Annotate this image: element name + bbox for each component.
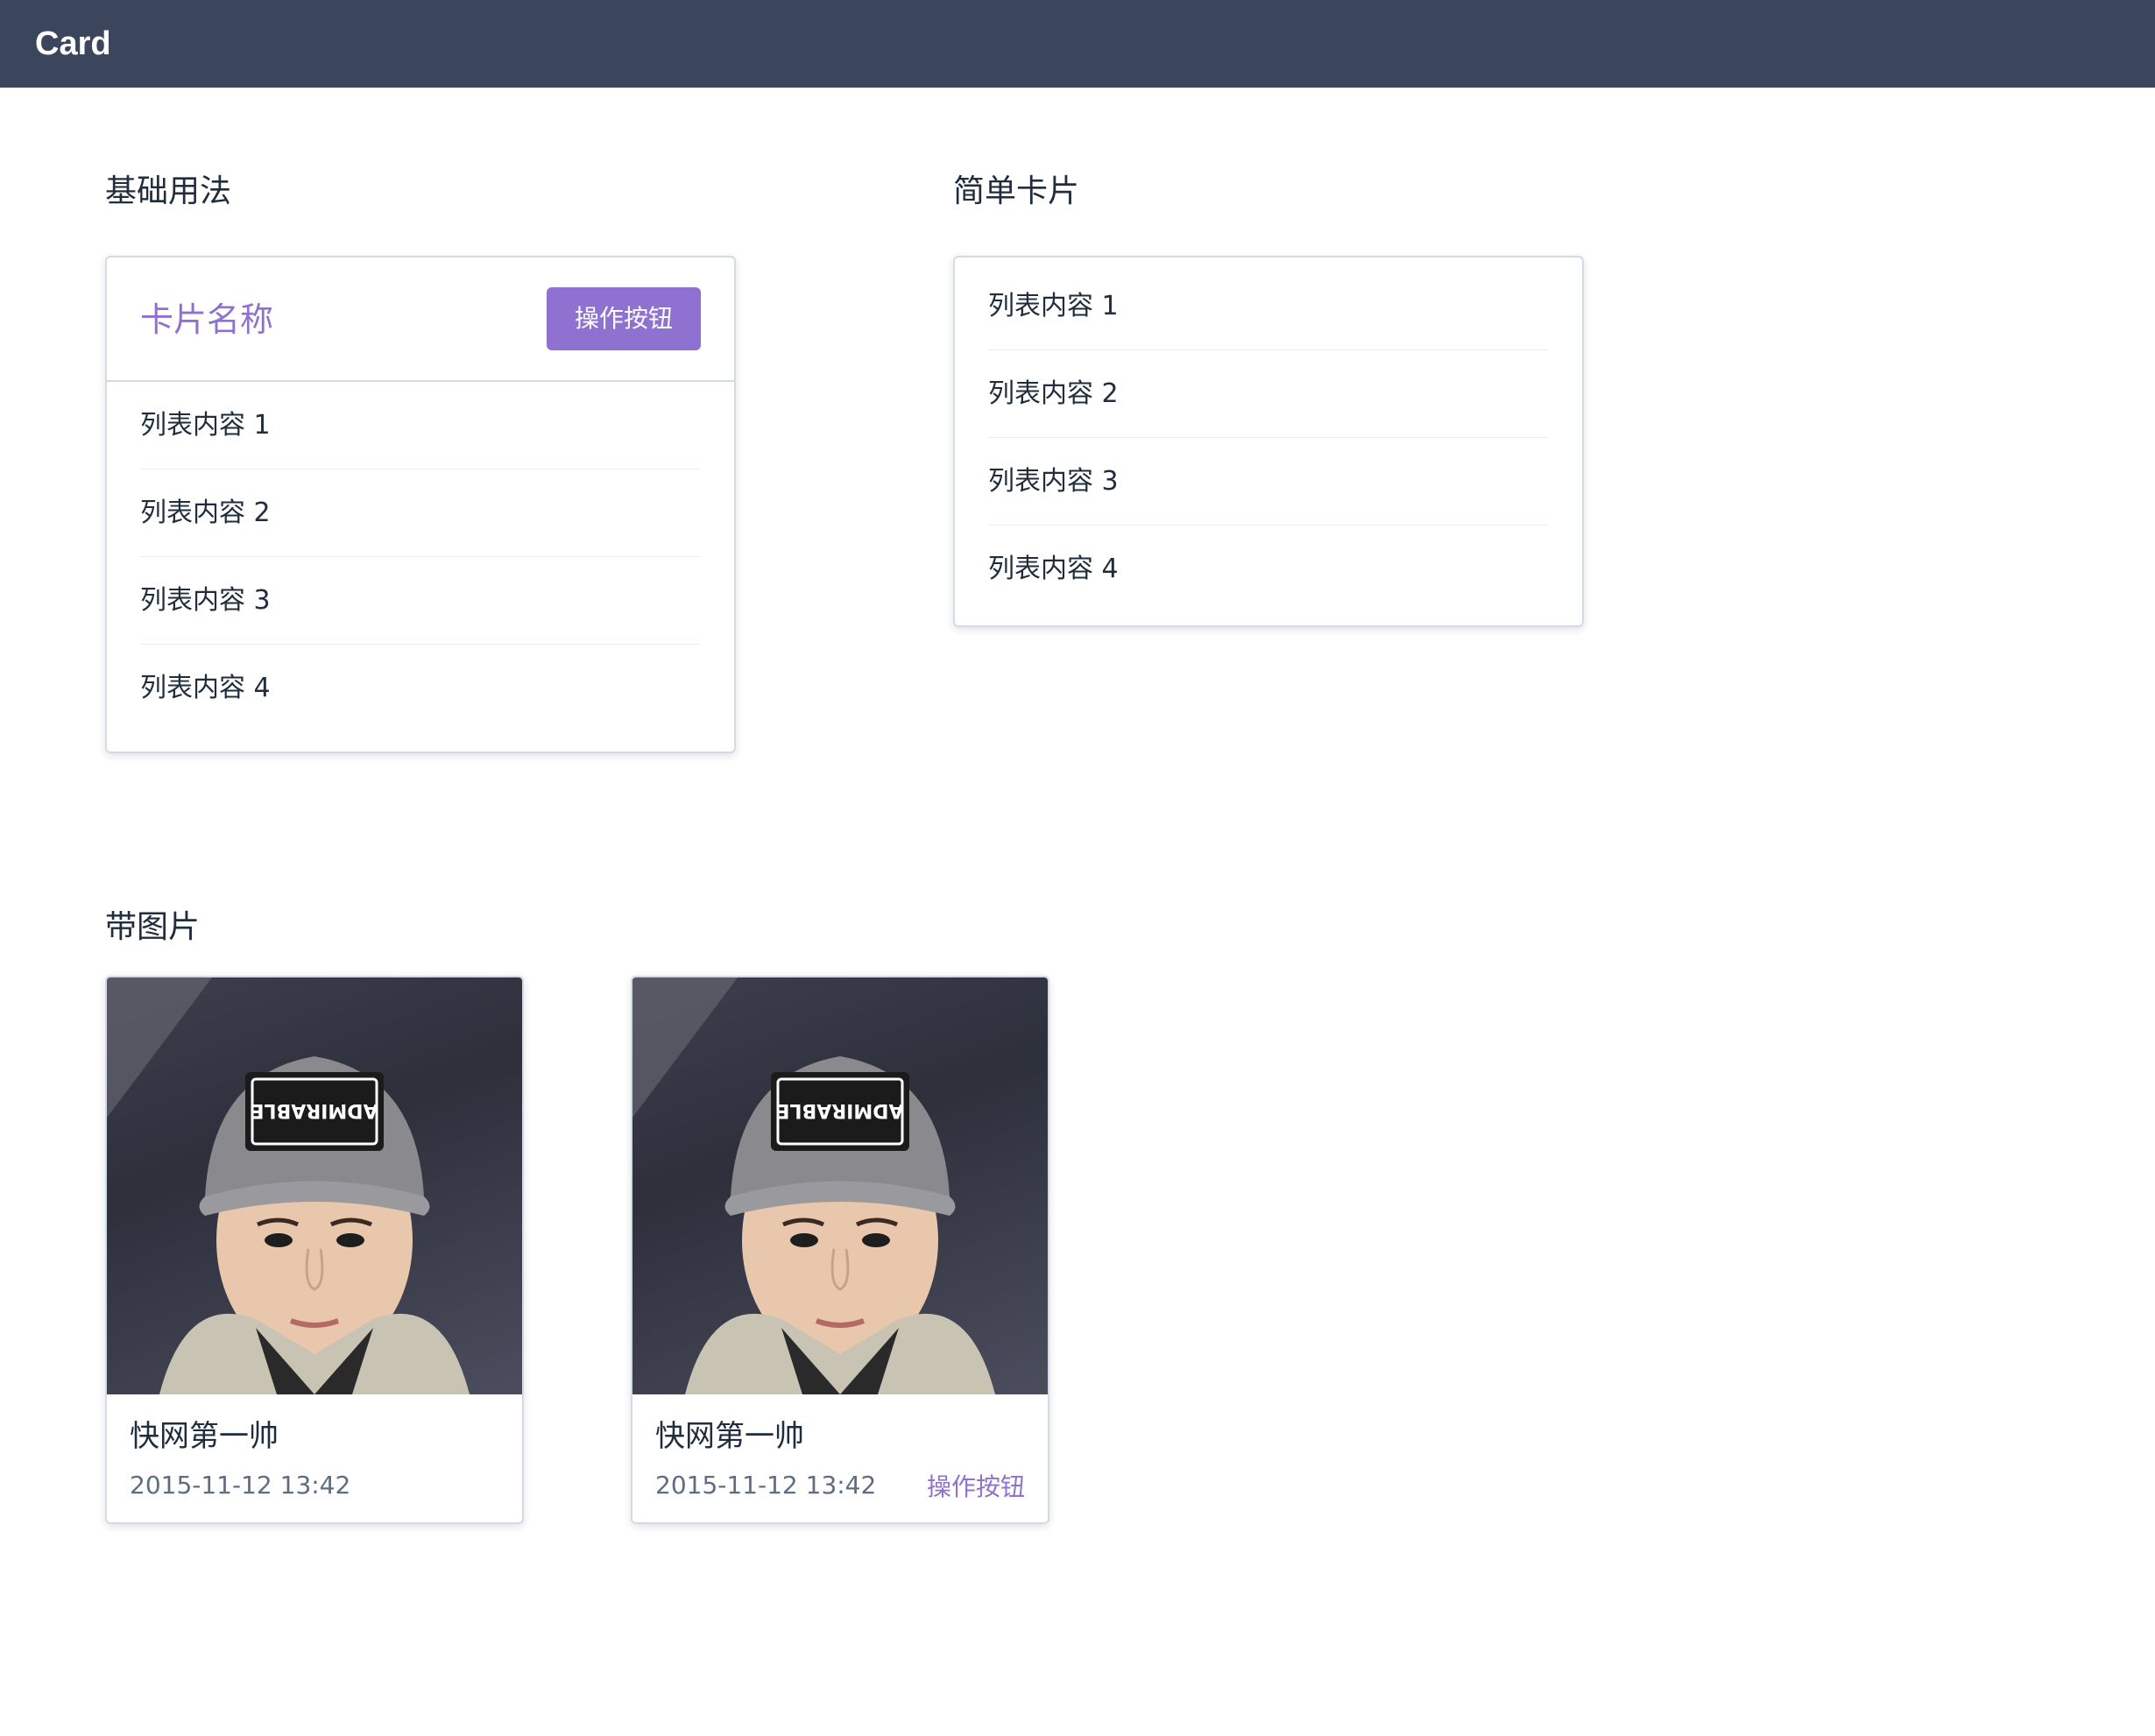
- card-list: 列表内容 1 列表内容 2 列表内容 3 列表内容 4: [988, 263, 1549, 613]
- list-item: 列表内容 2: [140, 469, 701, 557]
- list-item: 列表内容 1: [140, 382, 701, 469]
- card-time: 2015-11-12 13:42: [655, 1471, 877, 1500]
- portrait-illustration: ADMIRABLE: [632, 977, 995, 1394]
- section-title-image: 带图片: [105, 909, 201, 945]
- list-item: 列表内容 1: [988, 263, 1549, 350]
- image-card: ADMIRABLE 快网第一帅 2015-11-12 13:42 操作按钮: [631, 976, 1049, 1524]
- page-title: Card: [35, 25, 111, 62]
- list-item: 列表内容 3: [988, 438, 1549, 526]
- card-name: 卡片名称: [140, 300, 274, 339]
- card-list: 列表内容 1 列表内容 2 列表内容 3 列表内容 4: [140, 382, 701, 732]
- profile-photo: ADMIRABLE: [632, 977, 1048, 1394]
- card-header: 卡片名称 操作按钮: [107, 258, 734, 382]
- card-time: 2015-11-12 13:42: [130, 1471, 351, 1500]
- basic-card: 卡片名称 操作按钮 列表内容 1 列表内容 2 列表内容 3 列表内容 4: [105, 256, 736, 753]
- section-title-basic: 基础用法: [105, 173, 232, 209]
- action-button[interactable]: 操作按钮: [547, 287, 701, 350]
- cap-text: ADMIRABLE: [776, 1099, 903, 1121]
- simple-card: 列表内容 1 列表内容 2 列表内容 3 列表内容 4: [953, 256, 1584, 627]
- profile-photo: ADMIRABLE: [107, 977, 522, 1394]
- card-title: 快网第一帅: [655, 1419, 804, 1454]
- list-item: 列表内容 2: [988, 350, 1549, 438]
- list-item: 列表内容 4: [988, 554, 1119, 584]
- cap-text: ADMIRABLE: [251, 1099, 378, 1121]
- list-item: 列表内容 4: [140, 673, 271, 703]
- section-title-simple: 简单卡片: [953, 173, 1080, 209]
- action-text-button[interactable]: 操作按钮: [927, 1471, 1025, 1503]
- list-item: 列表内容 3: [140, 557, 701, 645]
- image-card: ADMIRABLE 快网第一帅 2015-11-12 13:42: [105, 976, 524, 1524]
- card-title: 快网第一帅: [130, 1419, 279, 1454]
- top-bar: Card: [0, 0, 2155, 88]
- portrait-illustration: ADMIRABLE: [107, 977, 470, 1394]
